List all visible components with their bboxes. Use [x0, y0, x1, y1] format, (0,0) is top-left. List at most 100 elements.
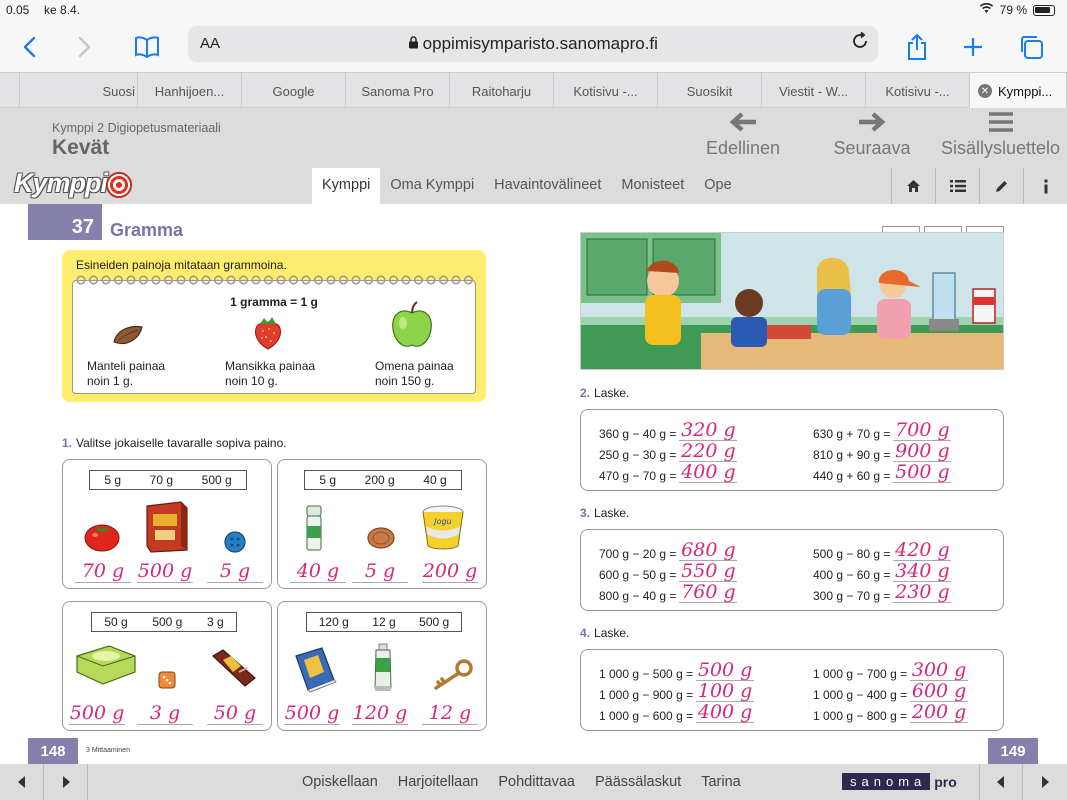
- answer-field[interactable]: 340 g: [893, 561, 952, 582]
- status-date: ke 8.4.: [44, 3, 81, 17]
- answer-field[interactable]: 550 g: [679, 561, 738, 582]
- equation-row: 250 g − 30 g = 220 g: [599, 440, 738, 462]
- answer-1b[interactable]: 500 g: [137, 560, 193, 583]
- product-subtitle: Kymppi 2 Digiopetusmateriaali: [52, 121, 221, 135]
- answer-4b[interactable]: 120 g: [352, 702, 408, 725]
- quiz-box-1: 5 g 70 g 500 g 70 g 500 g 5 g: [62, 459, 272, 589]
- tab-pinned[interactable]: [0, 73, 20, 109]
- answer-4c[interactable]: 12 g: [422, 702, 478, 725]
- answer-field[interactable]: 680 g: [679, 540, 738, 561]
- home-icon[interactable]: [891, 168, 935, 204]
- answer-field[interactable]: 300 g: [910, 660, 969, 681]
- answer-3c[interactable]: 50 g: [207, 702, 263, 725]
- answer-field[interactable]: 400 g: [696, 702, 755, 723]
- menu-havaintovalineet[interactable]: Havaintovälineet: [484, 168, 611, 204]
- answer-field[interactable]: 700 g: [893, 420, 952, 441]
- answer-field[interactable]: 220 g: [679, 441, 738, 462]
- tab-google[interactable]: Google: [242, 73, 346, 109]
- link-pohdittavaa[interactable]: Pohdittavaa: [498, 774, 575, 790]
- forward-icon[interactable]: [68, 30, 102, 64]
- answer-field[interactable]: 420 g: [893, 540, 952, 561]
- coin-icon: [367, 527, 395, 549]
- equation-row: 800 g − 40 g = 760 g: [599, 581, 738, 603]
- tab-hanhijoen[interactable]: Hanhijoen...: [138, 73, 242, 109]
- answer-1c[interactable]: 5 g: [207, 560, 263, 583]
- answer-3b[interactable]: 3 g: [137, 702, 193, 725]
- link-tarina[interactable]: Tarina: [701, 774, 741, 790]
- answer-field[interactable]: 760 g: [679, 582, 738, 603]
- tabs-overview-icon[interactable]: [1014, 30, 1048, 64]
- info-intro: Esineiden painoja mitataan grammoina.: [76, 258, 287, 272]
- answer-2c[interactable]: 200 g: [422, 560, 478, 583]
- menu-monisteet[interactable]: Monisteet: [611, 168, 694, 204]
- tab-viestit[interactable]: Viestit - W...: [762, 73, 866, 109]
- page-number-left: 148: [28, 738, 78, 764]
- answer-field[interactable]: 400 g: [679, 462, 738, 483]
- task-2-box: 360 g − 40 g = 320 g 250 g − 30 g = 220 g …: [580, 409, 1004, 491]
- list-icon[interactable]: [935, 168, 979, 204]
- menu-oma-kymppi[interactable]: Oma Kymppi: [380, 168, 484, 204]
- answer-2a[interactable]: 40 g: [290, 560, 346, 583]
- answer-field[interactable]: 500 g: [696, 660, 755, 681]
- quiz-box-2: 5 g 200 g 40 g Jogu 40 g 5 g 200 g: [277, 459, 487, 589]
- answer-3a[interactable]: 500 g: [69, 702, 125, 725]
- link-opiskellaan[interactable]: Opiskellaan: [302, 774, 378, 790]
- prev-button[interactable]: Edellinen: [700, 110, 786, 159]
- strawberry-icon: [254, 317, 282, 350]
- equation-row: 360 g − 40 g = 320 g: [599, 419, 738, 441]
- wifi-icon: [979, 3, 994, 17]
- next-button[interactable]: Seuraava: [828, 110, 916, 159]
- page-number-right: 149: [988, 738, 1038, 764]
- link-paassalaskut[interactable]: Päässälaskut: [595, 774, 681, 790]
- link-harjoitellaan[interactable]: Harjoitellaan: [398, 774, 479, 790]
- answer-field[interactable]: 900 g: [893, 441, 952, 462]
- answer-field[interactable]: 100 g: [696, 681, 755, 702]
- close-tab-icon[interactable]: ✕: [978, 84, 992, 98]
- tab-kotisivu-1[interactable]: Kotisivu -...: [554, 73, 658, 109]
- tab-raitoharju[interactable]: Raitoharju: [450, 73, 554, 109]
- answer-2b[interactable]: 5 g: [352, 560, 408, 583]
- almond-icon: [113, 325, 143, 345]
- reload-icon[interactable]: [850, 31, 870, 57]
- almond-label: Manteli painaa noin 1 g.: [87, 359, 166, 388]
- task-2-heading: 2. Laske.: [580, 386, 630, 400]
- new-tab-icon[interactable]: [956, 30, 990, 64]
- bottom-bar: Opiskellaan Harjoitellaan Pohdittavaa Pä…: [0, 764, 1067, 800]
- info-icon[interactable]: [1023, 168, 1067, 204]
- answer-4a[interactable]: 500 g: [284, 702, 340, 725]
- answer-field[interactable]: 230 g: [893, 582, 952, 603]
- answer-field[interactable]: 600 g: [910, 681, 969, 702]
- answer-field[interactable]: 200 g: [910, 702, 969, 723]
- first-page-icon[interactable]: [0, 764, 44, 800]
- tab-kotisivu-2[interactable]: Kotisivu -...: [866, 73, 970, 109]
- share-icon[interactable]: [900, 30, 934, 64]
- tab-suosi[interactable]: Suosi: [20, 73, 138, 109]
- chapter-label: 3 Mittaaminen: [86, 747, 130, 754]
- next-page-left-icon[interactable]: [44, 764, 88, 800]
- kitchen-illustration: [580, 232, 1004, 370]
- section-links: Opiskellaan Harjoitellaan Pohdittavaa Pä…: [302, 774, 741, 790]
- lesson-number: 37: [28, 204, 102, 240]
- back-icon[interactable]: [12, 30, 46, 64]
- tomato-icon: [84, 524, 120, 552]
- equation-row: 300 g − 70 g = 230 g: [813, 581, 952, 603]
- bookmarks-icon[interactable]: [130, 30, 164, 64]
- toc-button[interactable]: Sisällysluettelo: [934, 110, 1067, 159]
- app-header: Kymppi 2 Digiopetusmateriaali Kevät Edel…: [0, 108, 1067, 204]
- equation-row: 810 g + 90 g = 900 g: [813, 440, 952, 462]
- address-bar[interactable]: AA oppimisymparisto.sanomapro.fi: [188, 26, 878, 62]
- tab-sanoma-pro[interactable]: Sanoma Pro: [346, 73, 450, 109]
- answer-field[interactable]: 500 g: [893, 462, 952, 483]
- tab-kymppi-active[interactable]: ✕ Kymppi...: [970, 73, 1067, 109]
- url-text[interactable]: oppimisymparisto.sanomapro.fi: [188, 34, 878, 54]
- last-page-icon[interactable]: [1023, 764, 1067, 800]
- answer-field[interactable]: 320 g: [679, 420, 738, 441]
- pencil-icon[interactable]: [979, 168, 1023, 204]
- menu-ope[interactable]: Ope: [694, 168, 741, 204]
- answer-1a[interactable]: 70 g: [75, 560, 131, 583]
- menu-kymppi[interactable]: Kymppi: [312, 168, 381, 204]
- kymppi-logo: Kymppi: [14, 168, 108, 198]
- tab-suosikit[interactable]: Suosikit: [658, 73, 762, 109]
- prev-page-right-icon[interactable]: [979, 764, 1023, 800]
- main-menu: Kymppi Oma Kymppi Havaintovälineet Monis…: [312, 168, 742, 204]
